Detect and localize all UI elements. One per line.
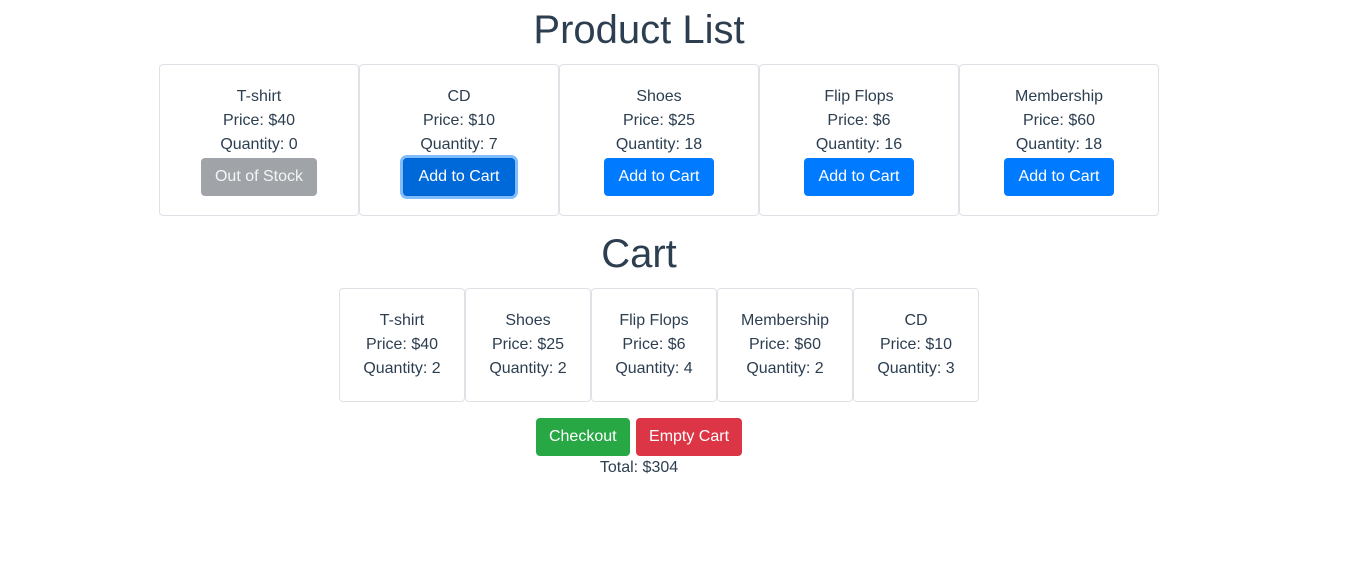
cart-title: Cart (601, 232, 677, 276)
cart-item-quantity: Quantity: 4 (615, 360, 693, 377)
product-quantity: Quantity: 18 (1015, 136, 1103, 153)
add-to-cart-button-shoes[interactable]: Add to Cart (604, 158, 714, 196)
cart-item-name: T-shirt (379, 312, 425, 329)
product-list-title: Product List (533, 8, 745, 52)
cart-list: T-shirt Price: $40 Quantity: 2 Shoes Pri… (339, 288, 979, 402)
cart-total: Total: $304 (599, 459, 679, 476)
product-name: Flip Flops (824, 88, 894, 105)
cart-item-quantity: Quantity: 2 (489, 360, 567, 377)
add-to-cart-button-flip-flops[interactable]: Add to Cart (804, 158, 914, 196)
cart-item-name: CD (904, 312, 928, 329)
product-name: CD (447, 88, 471, 105)
product-price: Price: $25 (622, 112, 696, 129)
checkout-button[interactable]: Checkout (535, 418, 630, 456)
cart-item-cd: CD Price: $10 Quantity: 3 (853, 288, 979, 402)
product-quantity: Quantity: 18 (615, 136, 703, 153)
cart-item-membership: Membership Price: $60 Quantity: 2 (717, 288, 853, 402)
product-card-tshirt: T-shirt Price: $40 Quantity: 0 Out of St… (159, 64, 359, 216)
product-card-membership: Membership Price: $60 Quantity: 18 Add t… (959, 64, 1159, 216)
cart-item-shoes: Shoes Price: $25 Quantity: 2 (465, 288, 591, 402)
product-name: T-shirt (236, 88, 282, 105)
add-to-cart-button-membership[interactable]: Add to Cart (1004, 158, 1114, 196)
cart-item-flip-flops: Flip Flops Price: $6 Quantity: 4 (591, 288, 717, 402)
product-price: Price: $10 (422, 112, 496, 129)
product-price: Price: $60 (1022, 112, 1096, 129)
product-quantity: Quantity: 16 (815, 136, 903, 153)
cart-item-quantity: Quantity: 2 (746, 360, 824, 377)
cart-item-price: Price: $60 (748, 336, 822, 353)
product-name: Membership (1014, 88, 1104, 105)
cart-item-name: Shoes (505, 312, 551, 329)
product-price: Price: $6 (827, 112, 891, 129)
product-card-shoes: Shoes Price: $25 Quantity: 18 Add to Car… (559, 64, 759, 216)
cart-item-price: Price: $25 (491, 336, 565, 353)
product-list: T-shirt Price: $40 Quantity: 0 Out of St… (159, 64, 1159, 216)
product-name: Shoes (636, 88, 682, 105)
product-price: Price: $40 (222, 112, 296, 129)
cart-item-name: Membership (740, 312, 830, 329)
product-card-flip-flops: Flip Flops Price: $6 Quantity: 16 Add to… (759, 64, 959, 216)
cart-item-name: Flip Flops (619, 312, 689, 329)
product-card-cd: CD Price: $10 Quantity: 7 Add to Cart (359, 64, 559, 216)
out-of-stock-button[interactable]: Out of Stock (201, 158, 317, 196)
add-to-cart-button-cd[interactable]: Add to Cart (403, 158, 515, 196)
cart-actions: Checkout Empty Cart (0, 418, 1278, 456)
cart-item-tshirt: T-shirt Price: $40 Quantity: 2 (339, 288, 465, 402)
product-quantity: Quantity: 7 (420, 136, 498, 153)
product-quantity: Quantity: 0 (220, 136, 298, 153)
cart-item-quantity: Quantity: 3 (877, 360, 955, 377)
cart-item-price: Price: $10 (879, 336, 953, 353)
cart-item-price: Price: $6 (622, 336, 686, 353)
empty-cart-button[interactable]: Empty Cart (636, 418, 743, 456)
cart-item-price: Price: $40 (365, 336, 439, 353)
cart-item-quantity: Quantity: 2 (363, 360, 441, 377)
